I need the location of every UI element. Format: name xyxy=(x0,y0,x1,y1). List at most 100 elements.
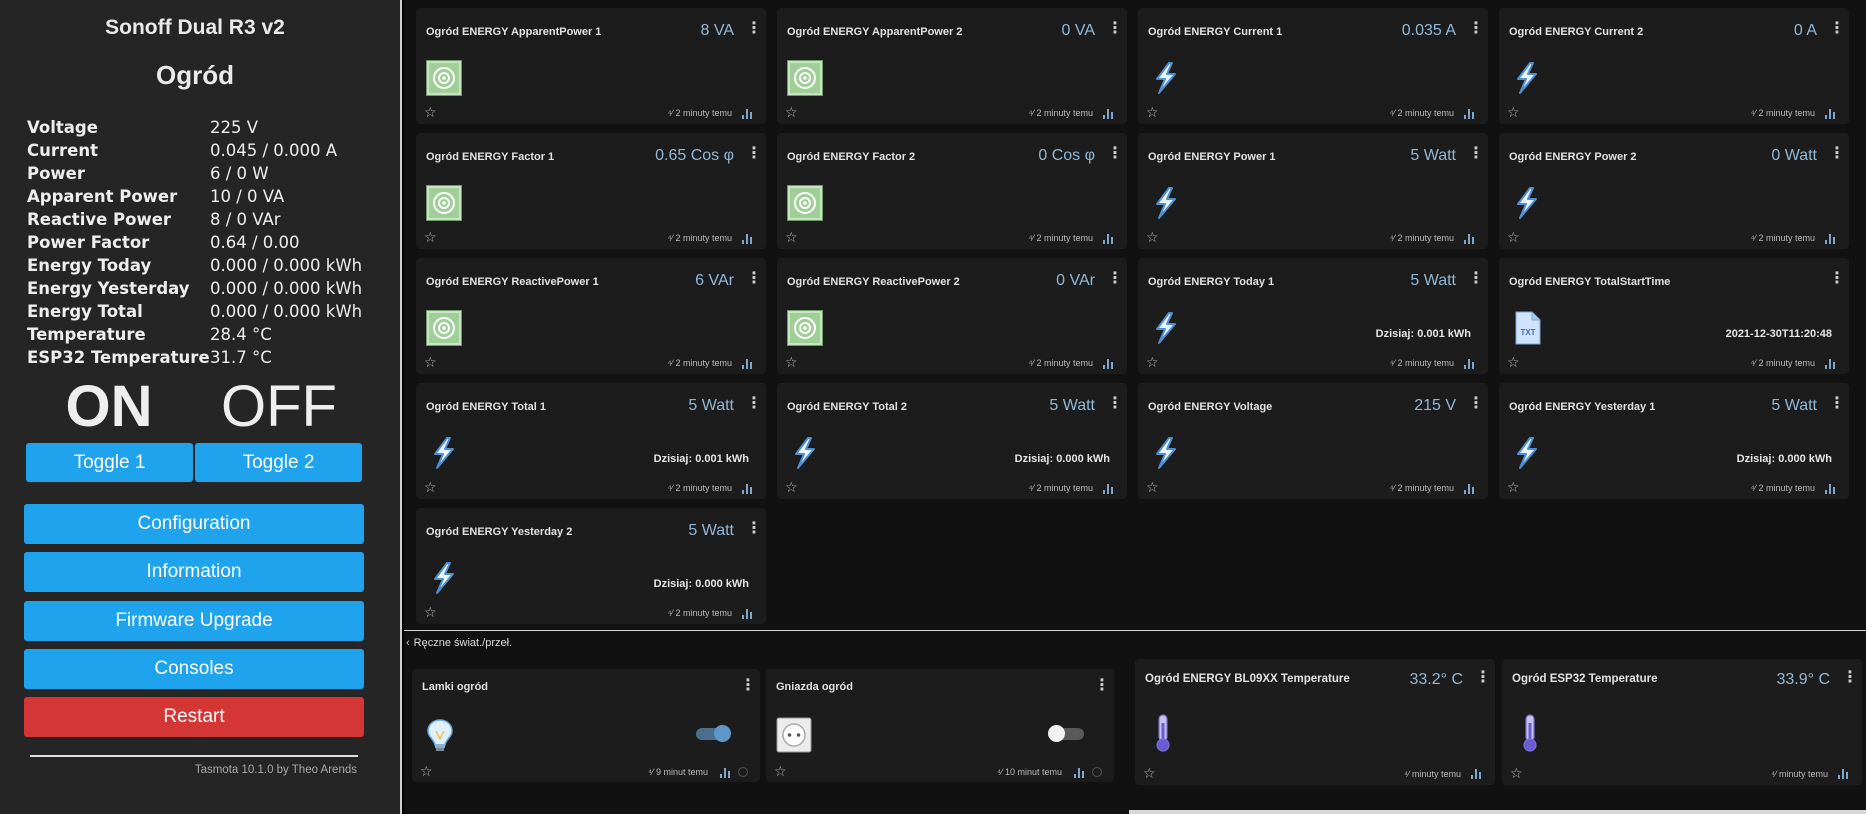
chart-icon[interactable] xyxy=(1825,484,1835,494)
more-vert-icon[interactable]: ⋮ xyxy=(740,677,756,695)
more-vert-icon[interactable]: ⋮ xyxy=(1107,145,1123,163)
switch-card[interactable]: Gniazda ogród ⋮ ☆ ⁴⁄ 10 minut temu xyxy=(766,669,1114,782)
star-icon[interactable]: ☆ xyxy=(424,480,437,494)
power-icon[interactable] xyxy=(738,767,748,777)
more-vert-icon[interactable]: ⋮ xyxy=(1829,395,1845,413)
sensor-card[interactable]: Ogród ENERGY Total 1 5 Watt ⋮ Dzisiaj: 0.00… xyxy=(416,383,766,499)
chart-icon[interactable] xyxy=(1825,109,1835,119)
chart-icon[interactable] xyxy=(742,109,752,119)
star-icon[interactable]: ☆ xyxy=(1146,230,1159,244)
more-vert-icon[interactable]: ⋮ xyxy=(1468,145,1484,163)
sensor-card[interactable]: Ogród ENERGY Factor 1 0.65 Cos φ ⋮ ☆ ⁴⁄ 2 mi… xyxy=(416,133,766,249)
sensor-card[interactable]: Ogród ENERGY Yesterday 2 5 Watt ⋮ Dzisiaj: … xyxy=(416,508,766,624)
star-icon[interactable]: ☆ xyxy=(1143,766,1156,780)
star-icon[interactable]: ☆ xyxy=(420,764,433,778)
toggle-knob xyxy=(714,725,731,742)
switch-card[interactable]: Lamki ogród ⋮ ☆ ⁴⁄ 9 minut temu xyxy=(412,669,760,782)
more-vert-icon[interactable]: ⋮ xyxy=(746,270,762,288)
chart-icon[interactable] xyxy=(742,359,752,369)
chart-icon[interactable] xyxy=(1838,769,1848,779)
star-icon[interactable]: ☆ xyxy=(785,230,798,244)
star-icon[interactable]: ☆ xyxy=(785,355,798,369)
temperature-card[interactable]: Ogród ESP32 Temperature 33.9° C ⋮ ☆ ⁴⁄ minut… xyxy=(1502,659,1862,785)
star-icon[interactable]: ☆ xyxy=(785,105,798,119)
more-vert-icon[interactable]: ⋮ xyxy=(1107,20,1123,38)
star-icon[interactable]: ☆ xyxy=(1507,480,1520,494)
sensor-card[interactable]: Ogród ENERGY ApparentPower 1 8 VA ⋮ ☆ ⁴⁄ 2 m… xyxy=(416,8,766,124)
star-icon[interactable]: ☆ xyxy=(1146,355,1159,369)
chart-icon[interactable] xyxy=(1074,768,1084,778)
star-icon[interactable]: ☆ xyxy=(785,480,798,494)
consoles-button[interactable]: Consoles xyxy=(24,649,364,689)
more-vert-icon[interactable]: ⋮ xyxy=(746,520,762,538)
more-vert-icon[interactable]: ⋮ xyxy=(1475,669,1491,687)
firmware-upgrade-button[interactable]: Firmware Upgrade xyxy=(24,601,364,641)
more-vert-icon[interactable]: ⋮ xyxy=(1468,20,1484,38)
switch-toggle[interactable] xyxy=(1048,725,1084,742)
star-icon[interactable]: ☆ xyxy=(774,764,787,778)
bolt-icon xyxy=(426,560,462,596)
chart-icon[interactable] xyxy=(1464,484,1474,494)
chart-icon[interactable] xyxy=(1825,234,1835,244)
star-icon[interactable]: ☆ xyxy=(424,230,437,244)
chart-icon[interactable] xyxy=(1103,484,1113,494)
sensor-card[interactable]: Ogród ENERGY Yesterday 1 5 Watt ⋮ Dzisiaj: … xyxy=(1499,383,1849,499)
sensor-card[interactable]: Ogród ENERGY Power 1 5 Watt ⋮ ☆ ⁴⁄ 2 minuty … xyxy=(1138,133,1488,249)
more-vert-icon[interactable]: ⋮ xyxy=(1829,145,1845,163)
bolt-icon xyxy=(1509,60,1545,96)
chart-icon[interactable] xyxy=(1103,234,1113,244)
star-icon[interactable]: ☆ xyxy=(1510,766,1523,780)
sensor-card[interactable]: Ogród ENERGY Factor 2 0 Cos φ ⋮ ☆ ⁴⁄ 2 minut… xyxy=(777,133,1127,249)
toggle-1-button[interactable]: Toggle 1 xyxy=(26,443,193,482)
chart-icon[interactable] xyxy=(1103,359,1113,369)
restart-button[interactable]: Restart xyxy=(24,697,364,737)
chart-icon[interactable] xyxy=(742,609,752,619)
chart-icon[interactable] xyxy=(1464,109,1474,119)
toggle-2-button[interactable]: Toggle 2 xyxy=(195,443,362,482)
more-vert-icon[interactable]: ⋮ xyxy=(1468,270,1484,288)
sensor-card[interactable]: Ogród ENERGY ReactivePower 2 0 VAr ⋮ ☆ ⁴⁄ 2 … xyxy=(777,258,1127,374)
chart-icon[interactable] xyxy=(1103,109,1113,119)
chart-icon[interactable] xyxy=(742,234,752,244)
more-vert-icon[interactable]: ⋮ xyxy=(1842,669,1858,687)
chart-icon[interactable] xyxy=(720,768,730,778)
star-icon[interactable]: ☆ xyxy=(1146,480,1159,494)
sensor-card[interactable]: Ogród ENERGY Current 1 0.035 A ⋮ ☆ ⁴⁄ 2 minu… xyxy=(1138,8,1488,124)
chart-icon[interactable] xyxy=(1464,359,1474,369)
more-vert-icon[interactable]: ⋮ xyxy=(746,145,762,163)
star-icon[interactable]: ☆ xyxy=(424,355,437,369)
configuration-button[interactable]: Configuration xyxy=(24,504,364,544)
chart-icon[interactable] xyxy=(1471,769,1481,779)
sensor-card[interactable]: Ogród ENERGY Total 2 5 Watt ⋮ Dzisiaj: 0.00… xyxy=(777,383,1127,499)
sensor-card[interactable]: Ogród ENERGY ReactivePower 1 6 VAr ⋮ ☆ ⁴⁄ 2 … xyxy=(416,258,766,374)
star-icon[interactable]: ☆ xyxy=(1146,105,1159,119)
more-vert-icon[interactable]: ⋮ xyxy=(1468,395,1484,413)
star-icon[interactable]: ☆ xyxy=(1507,355,1520,369)
power-icon[interactable] xyxy=(1092,767,1102,777)
sensor-card[interactable]: Ogród ENERGY TotalStartTime ⋮ TXT 2021-12-3… xyxy=(1499,258,1849,374)
temperature-card[interactable]: Ogród ENERGY BL09XX Temperature 33.2° C ⋮ ☆… xyxy=(1135,659,1495,785)
more-vert-icon[interactable]: ⋮ xyxy=(1829,20,1845,38)
sensor-card[interactable]: Ogród ENERGY Voltage 215 V ⋮ ☆ ⁴⁄ 2 minuty t… xyxy=(1138,383,1488,499)
section-header[interactable]: ‹ Ręczne świat./przeł. xyxy=(406,637,512,649)
star-icon[interactable]: ☆ xyxy=(424,605,437,619)
more-vert-icon[interactable]: ⋮ xyxy=(746,395,762,413)
more-vert-icon[interactable]: ⋮ xyxy=(1107,270,1123,288)
more-vert-icon[interactable]: ⋮ xyxy=(1094,677,1110,695)
star-icon[interactable]: ☆ xyxy=(1507,230,1520,244)
sensor-card[interactable]: Ogród ENERGY Current 2 0 A ⋮ ☆ ⁴⁄ 2 minuty t… xyxy=(1499,8,1849,124)
information-button[interactable]: Information xyxy=(24,552,364,592)
chart-icon[interactable] xyxy=(1825,359,1835,369)
chart-icon[interactable] xyxy=(742,484,752,494)
star-icon[interactable]: ☆ xyxy=(1507,105,1520,119)
more-vert-icon[interactable]: ⋮ xyxy=(1107,395,1123,413)
more-vert-icon[interactable]: ⋮ xyxy=(746,20,762,38)
more-vert-icon[interactable]: ⋮ xyxy=(1829,270,1845,288)
chart-icon[interactable] xyxy=(1464,234,1474,244)
sensor-card[interactable]: Ogród ENERGY Today 1 5 Watt ⋮ Dzisiaj: 0.00… xyxy=(1138,258,1488,374)
switch-toggle[interactable] xyxy=(696,725,731,742)
star-icon[interactable]: ☆ xyxy=(424,105,437,119)
sensor-card[interactable]: Ogród ENERGY ApparentPower 2 0 VA ⋮ ☆ ⁴⁄ 2 m… xyxy=(777,8,1127,124)
sensor-card[interactable]: Ogród ENERGY Power 2 0 Watt ⋮ ☆ ⁴⁄ 2 minuty … xyxy=(1499,133,1849,249)
card-title: Ogród ENERGY Total 1 xyxy=(426,401,546,413)
